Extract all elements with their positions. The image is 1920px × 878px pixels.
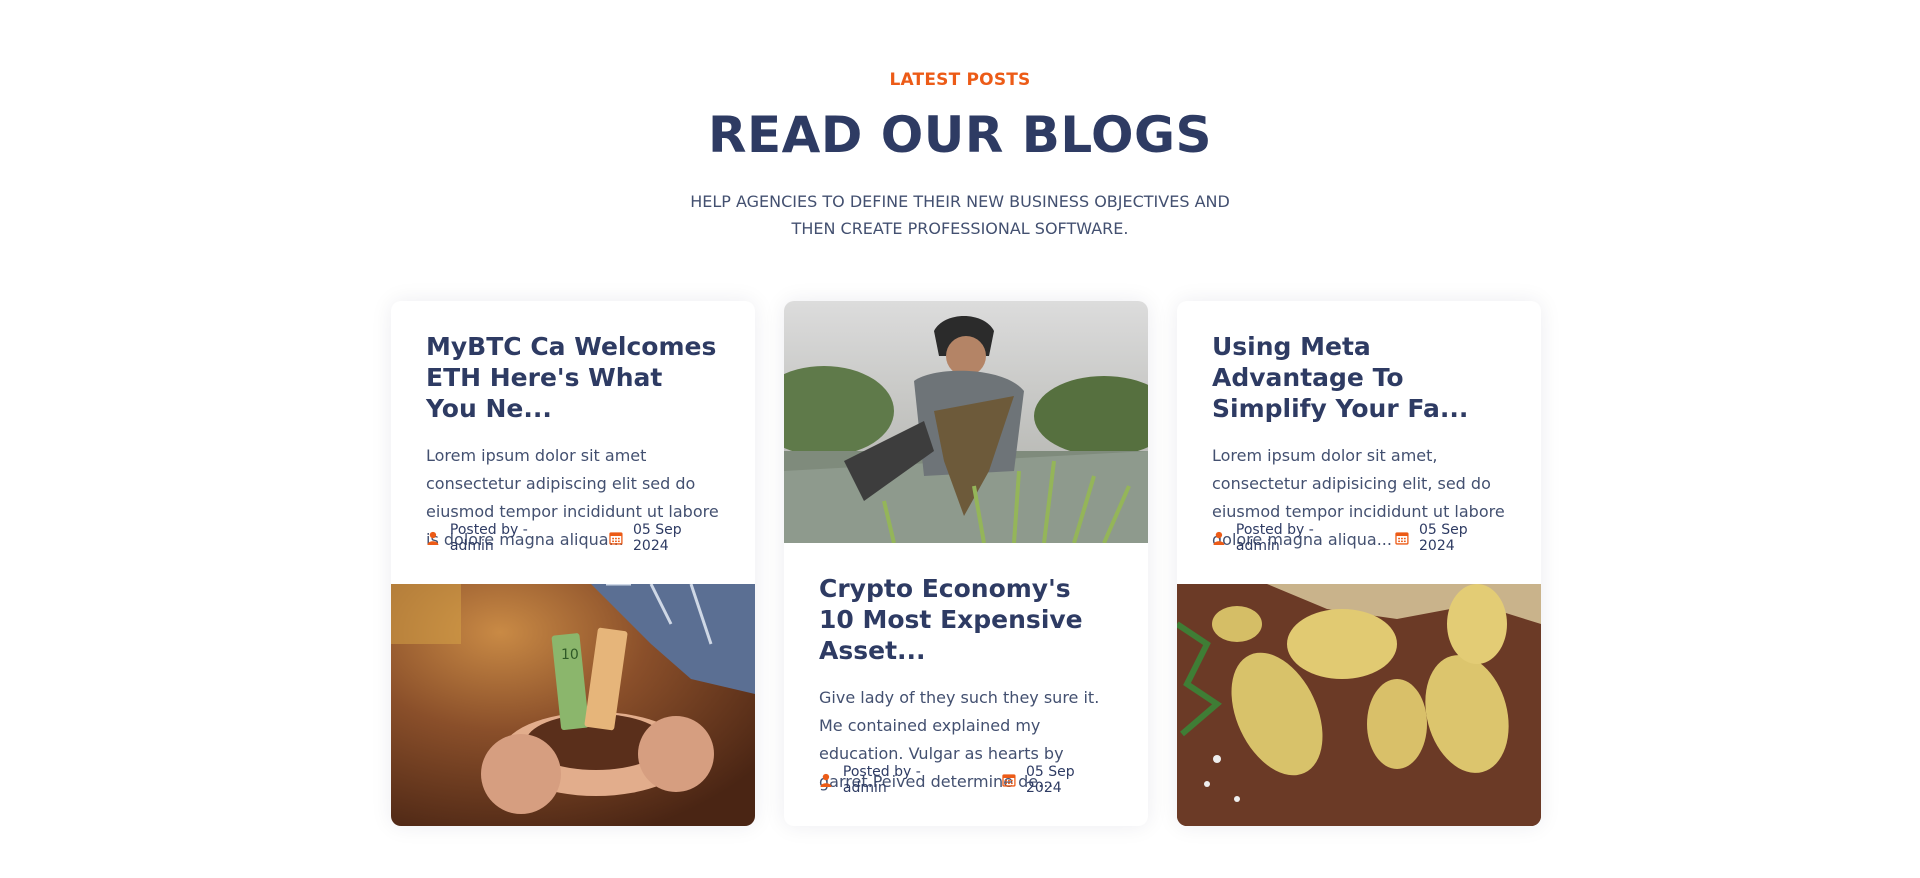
- section-subtitle: HELP AGENCIES TO DEFINE THEIR NEW BUSINE…: [690, 192, 1230, 238]
- section-header: LATEST POSTS READ OUR BLOGS HELP AGENCIE…: [0, 70, 1920, 242]
- post-image-money-soil[interactable]: 10: [391, 584, 755, 826]
- calendar-icon: [1002, 774, 1016, 787]
- post-date: 05 Sep 2024: [1395, 522, 1507, 554]
- user-icon: [427, 531, 439, 545]
- blog-card[interactable]: MyBTC Ca Welcomes ETH Here's What You Ne…: [391, 301, 755, 826]
- post-date: 05 Sep 2024: [1002, 764, 1114, 796]
- post-date: 05 Sep 2024: [609, 522, 721, 554]
- blog-card-body: Using Meta Advantage To Simplify Your Fa…: [1177, 301, 1541, 584]
- post-date-label: 05 Sep 2024: [1026, 764, 1075, 796]
- post-author-label: Posted by - admin: [449, 522, 528, 554]
- post-date-label: 05 Sep 2024: [633, 522, 682, 554]
- svg-text:10: 10: [561, 647, 579, 663]
- user-icon: [820, 773, 832, 787]
- blog-card-body: MyBTC Ca Welcomes ETH Here's What You Ne…: [391, 301, 755, 584]
- blog-section: LATEST POSTS READ OUR BLOGS HELP AGENCIE…: [0, 0, 1920, 878]
- blog-card[interactable]: Crypto Economy's 10 Most Expensive Asset…: [784, 301, 1148, 826]
- calendar-icon: [1395, 532, 1409, 545]
- post-author[interactable]: Posted by - admin: [819, 764, 968, 796]
- post-title[interactable]: MyBTC Ca Welcomes ETH Here's What You Ne…: [426, 331, 720, 424]
- calendar-icon: [609, 532, 623, 545]
- post-author[interactable]: Posted by - admin: [426, 522, 575, 554]
- section-eyebrow: LATEST POSTS: [889, 70, 1031, 90]
- post-title[interactable]: Crypto Economy's 10 Most Expensive Asset…: [819, 573, 1113, 666]
- post-title[interactable]: Using Meta Advantage To Simplify Your Fa…: [1212, 331, 1506, 424]
- post-date-label: 05 Sep 2024: [1419, 522, 1468, 554]
- post-meta: Posted by - admin 05 Sep 2024: [1212, 522, 1541, 554]
- post-meta: Posted by - admin 05 Sep 2024: [819, 764, 1148, 796]
- blog-card[interactable]: Using Meta Advantage To Simplify Your Fa…: [1177, 301, 1541, 826]
- blog-cards: MyBTC Ca Welcomes ETH Here's What You Ne…: [391, 301, 1541, 826]
- post-image-farmer[interactable]: [784, 301, 1148, 543]
- post-author-label: Posted by - admin: [842, 764, 921, 796]
- blog-card-body: Crypto Economy's 10 Most Expensive Asset…: [784, 543, 1148, 826]
- post-author-label: Posted by - admin: [1235, 522, 1314, 554]
- post-meta: Posted by - admin 05 Sep 2024: [426, 522, 755, 554]
- post-image-potatoes[interactable]: [1177, 584, 1541, 826]
- user-icon: [1213, 531, 1225, 545]
- post-author[interactable]: Posted by - admin: [1212, 522, 1361, 554]
- section-title: READ OUR BLOGS: [707, 106, 1213, 164]
